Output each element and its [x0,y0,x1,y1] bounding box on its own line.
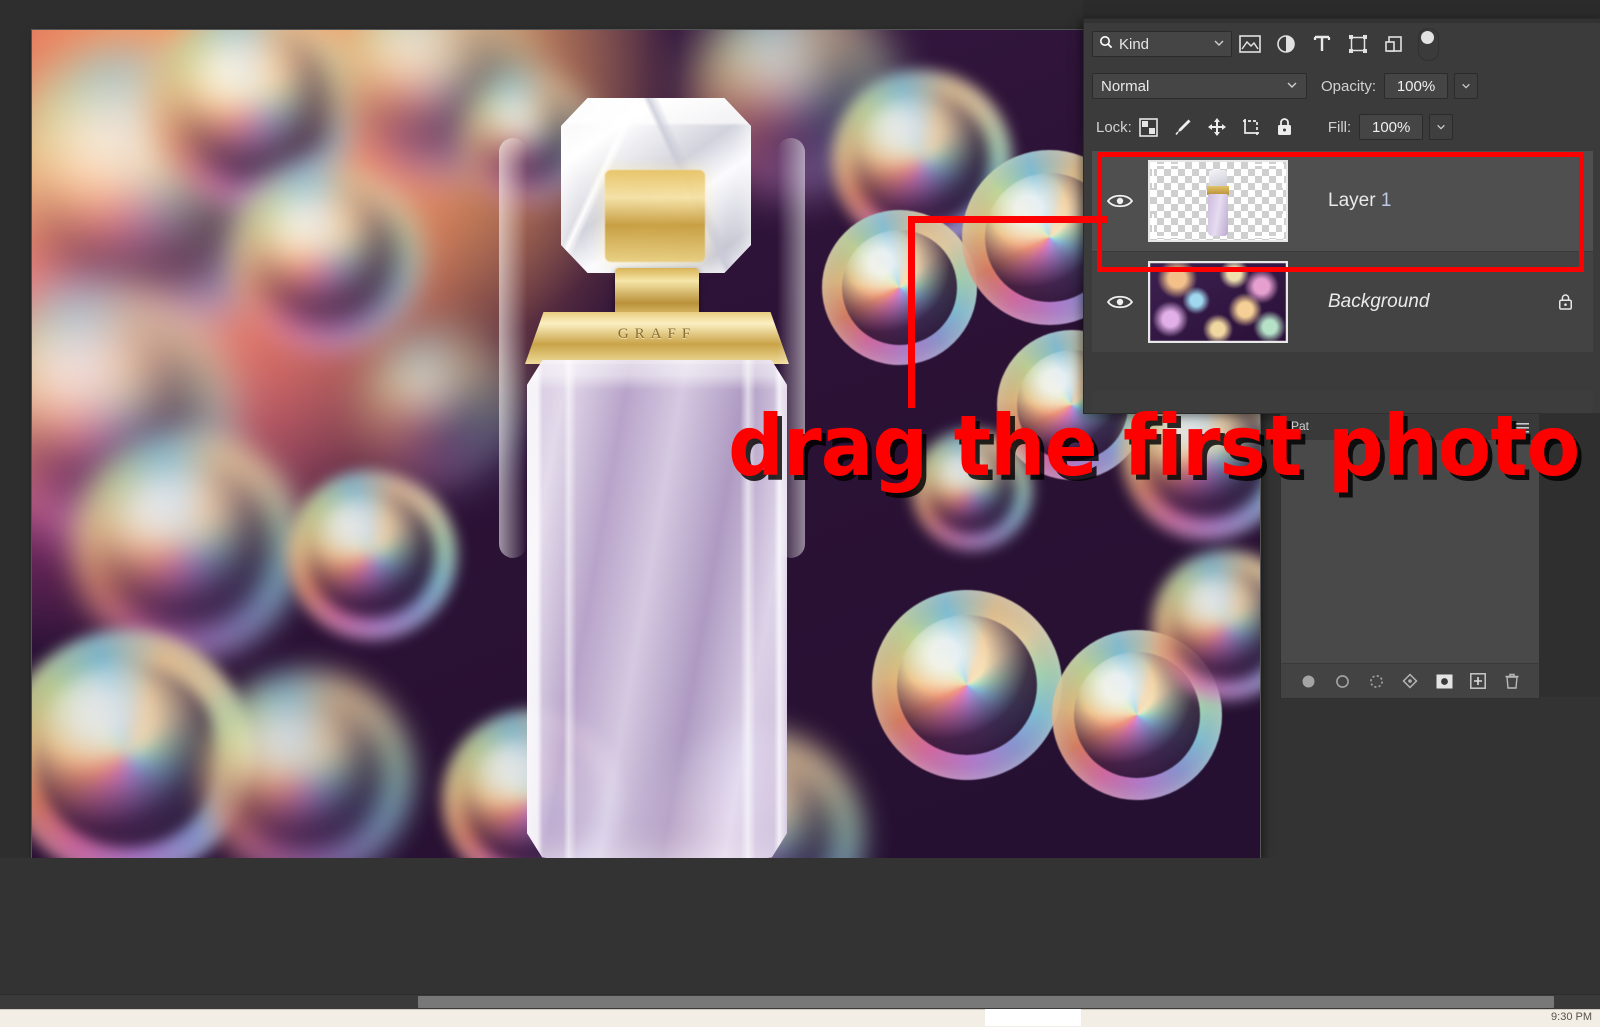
layer-thumbnail[interactable] [1148,261,1288,343]
bottle-gold-collar [615,268,699,318]
table-row[interactable]: Background [1092,252,1593,353]
annotation-leader-vertical [908,216,915,408]
thumbnail-corner-marker [1254,214,1284,238]
pixel-layer-filter-icon[interactable] [1232,29,1268,59]
delete-trash-icon[interactable] [1502,671,1522,691]
layers-filter-row: Kind [1084,23,1600,65]
lock-transparent-pixels-icon[interactable] [1132,112,1166,142]
annotation-leader-horizontal [908,216,1108,223]
dashed-circle-icon[interactable] [1366,671,1386,691]
lock-row: Lock: Fill: 100% [1084,107,1600,147]
fill-label: Fill: [1327,118,1352,136]
lock-label: Lock: [1096,118,1132,136]
opacity-label: Opacity: [1321,77,1377,95]
fill-chevron-down-icon[interactable] [1429,114,1454,140]
thumbnail-corner-marker [1254,164,1284,188]
thumbnail-corner-marker [1152,214,1182,238]
filter-kind-label: Kind [1119,35,1150,53]
table-row[interactable]: Layer 1 [1092,151,1593,252]
new-snapshot-icon[interactable] [1434,671,1454,691]
opacity-input[interactable]: 100% [1384,73,1449,99]
filter-enable-toggle[interactable] [1418,27,1439,61]
layer-name-label[interactable]: Background [1288,291,1537,313]
body-highlight-right [777,138,805,558]
bubble-decor [822,210,977,365]
lock-artboard-nesting-icon[interactable] [1234,112,1268,142]
filter-kind-select[interactable]: Kind [1092,31,1232,57]
lock-image-pixels-icon[interactable] [1166,112,1200,142]
photoshop-window: GRAFF Kind Normal Opacity: 100% Lock: Fi… [0,0,1600,1027]
layer-name-number: 1 [1380,190,1392,211]
fill-input[interactable]: 100% [1359,114,1424,140]
layer-name-text: Layer [1328,190,1381,211]
layer-visibility-toggle-icon[interactable] [1092,193,1148,209]
body-highlight-left [499,138,527,558]
lock-position-icon[interactable] [1200,112,1234,142]
taskbar-clock[interactable]: 9:30 PM [1551,1011,1592,1023]
cap-gold-core [605,170,705,262]
window-bottom-area [0,964,1600,994]
adjustment-layer-filter-icon[interactable] [1268,29,1304,59]
hollow-circle-icon[interactable] [1332,671,1352,691]
workspace-left-gutter [0,0,32,964]
padlock-icon [1537,293,1593,311]
blend-mode-value: Normal [1101,77,1150,95]
opacity-chevron-down-icon[interactable] [1454,73,1479,99]
workspace-bottom-gutter [0,858,1600,964]
bubble-decor [287,470,457,640]
bubble-decor [872,590,1062,780]
thumbnail-bottle [1205,170,1231,236]
chevron-down-icon[interactable] [1213,36,1225,53]
annotation-text: drag the first photo [728,397,1580,495]
taskbar-active-item[interactable] [985,1009,1081,1026]
search-icon [1099,35,1113,53]
thumbnail-corner-marker [1152,164,1182,188]
smart-object-filter-icon[interactable] [1376,29,1412,59]
chevron-down-icon[interactable] [1286,78,1298,95]
bubble-decor [72,430,302,660]
bubble-decor [232,160,422,350]
layer-list: Layer 1 Background [1092,151,1593,391]
shape-layer-filter-icon[interactable] [1340,29,1376,59]
secondary-panel-footer [1281,663,1539,698]
horizontal-scrollbar[interactable] [0,994,1600,1009]
new-document-icon[interactable] [1468,671,1488,691]
lock-all-icon[interactable] [1268,112,1302,142]
bottle-brand-label: GRAFF [617,326,697,342]
workspace-top-gutter [0,0,1083,30]
layer-thumbnail[interactable] [1148,160,1288,242]
layer-name-label[interactable]: Layer 1 [1288,190,1537,212]
layers-panel: Kind Normal Opacity: 100% Lock: Fill: 10… [1083,18,1600,414]
os-taskbar[interactable] [0,1009,1600,1027]
diamond-icon[interactable] [1400,671,1420,691]
blend-mode-select[interactable]: Normal [1092,73,1307,99]
layer-visibility-toggle-icon[interactable] [1092,294,1148,310]
blend-mode-row: Normal Opacity: 100% [1084,67,1600,105]
background-thumbnail-art [1150,263,1286,341]
filled-circle-icon[interactable] [1298,671,1318,691]
type-layer-filter-icon[interactable] [1304,29,1340,59]
horizontal-scrollbar-thumb[interactable] [418,996,1554,1008]
